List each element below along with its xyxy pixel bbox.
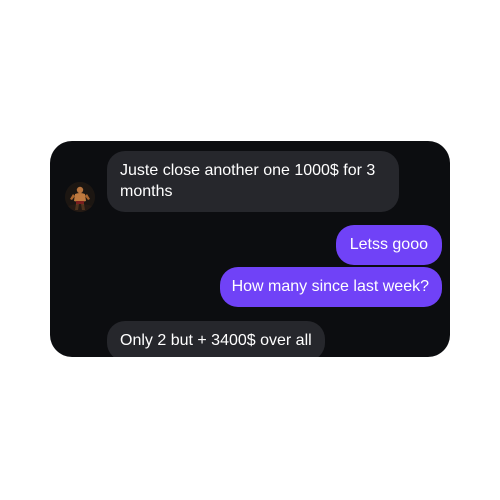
message-text: Only 2 but + 3400$ over all xyxy=(120,332,312,349)
message-bubble-outgoing[interactable]: How many since last week? xyxy=(219,267,442,307)
chat-thread: Juste close another one 1000$ for 3 mont… xyxy=(50,141,450,357)
avatar-image xyxy=(65,182,95,212)
message-text: Juste close another one 1000$ for 3 mont… xyxy=(120,162,376,200)
message-bubble-incoming[interactable]: Only 2 but + 3400$ over all xyxy=(107,321,325,357)
message-bubble-incoming[interactable]: Juste close another one 1000$ for 3 mont… xyxy=(107,151,399,212)
message-bubble-outgoing[interactable]: Letss gooo xyxy=(335,225,442,265)
contact-avatar[interactable] xyxy=(65,182,95,212)
message-text: Letss gooo xyxy=(349,236,428,253)
message-text: How many since last week? xyxy=(231,278,429,295)
